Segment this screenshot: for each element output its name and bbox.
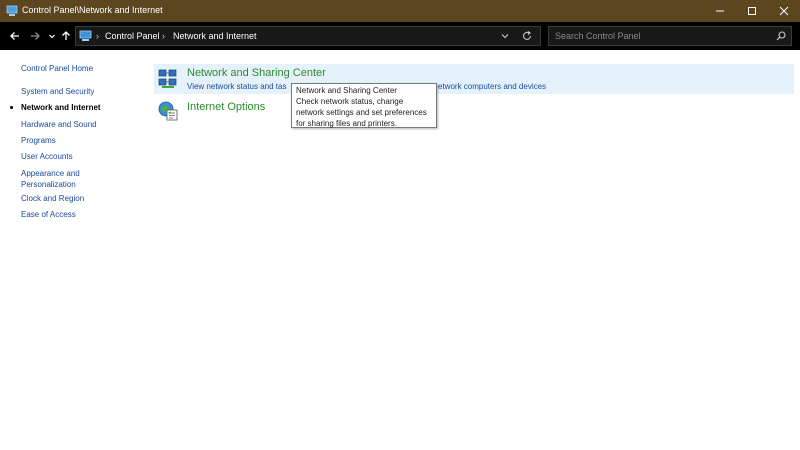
control-panel-icon (79, 30, 92, 41)
sidebar-item-system-and-security[interactable]: System and Security (21, 86, 94, 97)
control-panel-icon (6, 5, 18, 16)
back-arrow-icon (10, 32, 19, 40)
window-title: Control Panel\Network and Internet (22, 5, 163, 15)
current-page-bullet (10, 106, 13, 109)
tooltip-line: network settings and set preferences (296, 108, 427, 117)
search-box[interactable] (548, 26, 792, 46)
network-sharing-icon[interactable] (157, 68, 179, 90)
title-bar[interactable]: Control Panel\Network and Internet (0, 0, 800, 22)
forward-arrow-icon (31, 32, 40, 40)
breadcrumb-network-and-internet[interactable]: Network and Internet (173, 31, 257, 41)
forward-button[interactable] (28, 29, 42, 43)
breadcrumb-control-panel[interactable]: Control Panel (105, 31, 160, 41)
tooltip-line: Check network status, change (296, 97, 404, 106)
refresh-icon[interactable] (521, 30, 533, 42)
close-icon (779, 6, 789, 16)
sidebar-item-programs[interactable]: Programs (21, 135, 56, 146)
sidebar-item-hardware-and-sound[interactable]: Hardware and Sound (21, 119, 97, 130)
sidebar-item-user-accounts[interactable]: User Accounts (21, 151, 73, 162)
view-network-status-link[interactable]: View network status and tas (187, 82, 286, 91)
chevron-down-icon[interactable] (500, 31, 510, 41)
up-button[interactable] (59, 29, 73, 43)
close-button[interactable] (768, 0, 800, 22)
breadcrumb-separator-icon: › (96, 31, 99, 41)
search-icon[interactable] (776, 31, 786, 41)
network-and-sharing-center-link[interactable]: Network and Sharing Center (187, 67, 326, 79)
search-input[interactable] (549, 27, 776, 45)
maximize-button[interactable] (736, 0, 768, 22)
minimize-button[interactable] (704, 0, 736, 22)
internet-options-icon[interactable] (157, 100, 179, 122)
recent-locations-button[interactable] (45, 29, 59, 43)
navigation-bar: › Control Panel › Network and Internet (0, 22, 800, 50)
sidebar-item-network-and-internet: Network and Internet (21, 103, 101, 112)
tooltip: Network and Sharing Center Check network… (291, 83, 437, 128)
tooltip-line: for sharing files and printers. (296, 119, 397, 128)
tooltip-title: Network and Sharing Center (296, 86, 397, 95)
address-bar[interactable]: › Control Panel › Network and Internet (75, 26, 541, 46)
sidebar-item-appearance-and-personalization-line2[interactable]: Personalization (21, 179, 76, 190)
sidebar-item-clock-and-region[interactable]: Clock and Region (21, 193, 84, 204)
internet-options-link[interactable]: Internet Options (187, 101, 265, 113)
sidebar-item-ease-of-access[interactable]: Ease of Access (21, 209, 76, 220)
chevron-down-icon (49, 34, 55, 39)
back-button[interactable] (8, 29, 22, 43)
sidebar-item-control-panel-home[interactable]: Control Panel Home (21, 63, 93, 74)
minimize-icon (716, 10, 724, 12)
network-computers-and-devices-link[interactable]: etwork computers and devices (438, 82, 546, 91)
maximize-icon (748, 7, 756, 15)
breadcrumb-separator-icon: › (162, 31, 165, 41)
sidebar-item-appearance-and-personalization[interactable]: Appearance and (21, 168, 80, 179)
up-arrow-icon (62, 31, 70, 40)
